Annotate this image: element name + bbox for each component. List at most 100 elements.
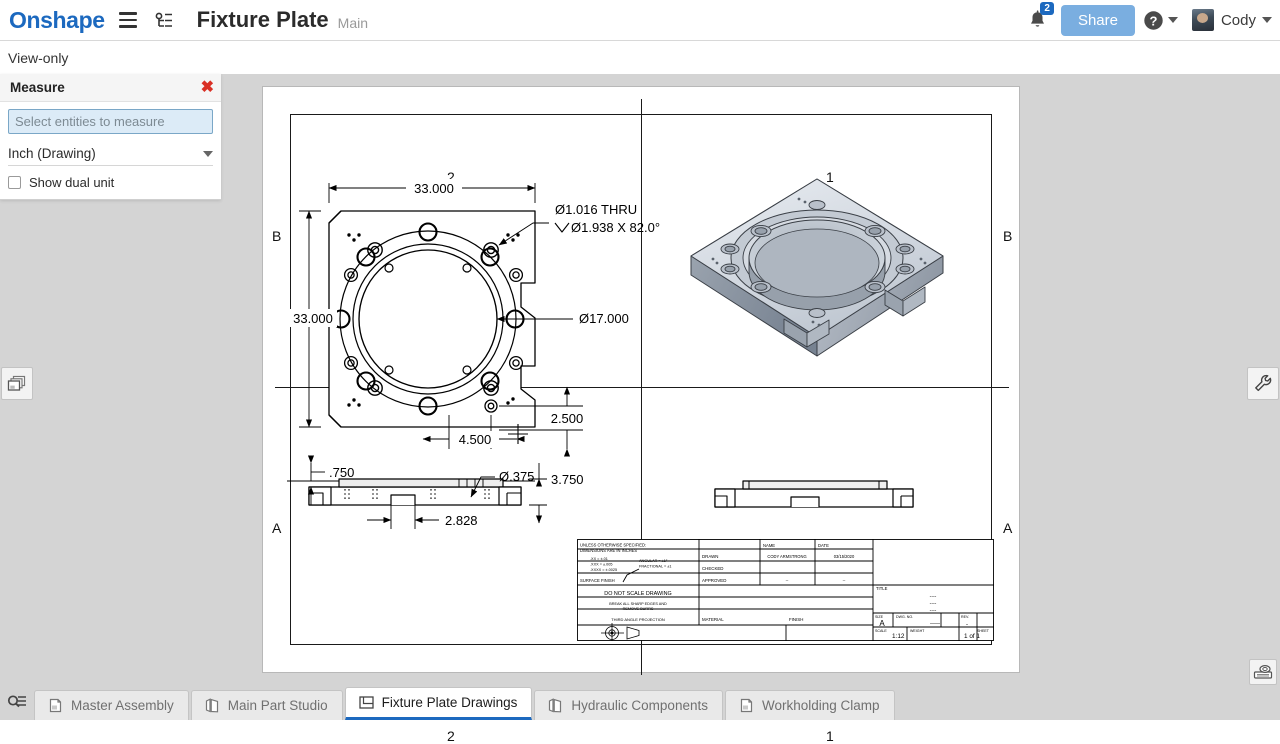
select-entities-input[interactable]: Select entities to measure — [8, 109, 213, 134]
branch-label[interactable]: Main — [338, 9, 368, 31]
dimension-slot-pos: 2.828 — [445, 513, 478, 528]
sheet-value: 1 of 1 — [964, 633, 980, 640]
dimension-width: 33.000 — [414, 181, 454, 196]
drawn-date-value: 03/15/2020 — [834, 554, 855, 559]
unit-select-value: Inch (Drawing) — [8, 146, 96, 161]
scale-label: SCALE — [875, 629, 887, 633]
notification-count-badge: 2 — [1040, 2, 1054, 15]
tab-fixture-plate-drawings[interactable]: Fixture Plate Drawings — [344, 687, 533, 720]
weight-label: WEIGHT — [910, 629, 925, 633]
size-value: A — [879, 619, 885, 628]
dimension-offset-x: 4.500 — [459, 432, 492, 447]
tol-angular: ANGULAR = ±1° — [639, 559, 668, 563]
chevron-down-icon — [1167, 17, 1178, 23]
tab-master-assembly[interactable]: Master Assembly — [34, 690, 189, 720]
workspace: Measure ✖ Select entities to measure Inc… — [0, 74, 1280, 744]
tol-xx: .XX = ±.01 — [590, 557, 608, 561]
break-edges-1: BREAK ALL SHARP EDGES AND — [609, 602, 667, 606]
dimension-offset-y: 2.500 — [551, 411, 584, 426]
front-section-view: .750 Ø.375 3.750 2.828 — [287, 424, 584, 529]
do-not-scale-label: DO NOT SCALE DRAWING — [604, 591, 671, 597]
tab-label: Fixture Plate Drawings — [381, 695, 518, 710]
tol-xxxx: .XXXX = ±.0025 — [590, 568, 617, 572]
dimension-pin-dia: Ø.375 — [499, 469, 534, 484]
bottom-tab-bar: Master Assembly Main Part Studio Fixture… — [0, 685, 1280, 720]
unit-select[interactable]: Inch (Drawing) — [8, 142, 213, 166]
dimension-bore: Ø17.000 — [579, 311, 629, 326]
chevron-down-icon — [203, 150, 213, 157]
feature-tree-icon[interactable] — [151, 7, 177, 33]
partstudio-icon — [547, 697, 564, 714]
dwgno-value: ----- — [930, 621, 940, 627]
title-value-1: ---- — [930, 594, 937, 600]
title-block: UNLESS OTHERWISE SPECIFIED: DIMENSIONS A… — [577, 539, 994, 641]
surface-finish-label: SURFACE FINISH — [580, 578, 615, 583]
front-view-right — [714, 480, 914, 508]
view-only-bar: View-only — [0, 41, 1280, 74]
col-name-label: NAME — [763, 543, 775, 548]
view-only-label: View-only — [8, 49, 69, 66]
break-edges-2: REMOVE BURRS — [623, 607, 654, 611]
help-question-icon: ? — [1144, 10, 1163, 30]
print-plotter-icon[interactable] — [1249, 659, 1277, 685]
zone-label-bottom-1: 1 — [826, 728, 834, 744]
dimension-hole-note-2: Ø1.938 X 82.0° — [571, 220, 660, 235]
title-value-3: ---- — [930, 608, 937, 614]
partstudio-icon — [204, 697, 221, 714]
scale-value: 1:12 — [892, 633, 905, 640]
row-drawn-label: DRAWN — [702, 554, 718, 559]
svg-text:?: ? — [1149, 13, 1157, 28]
onshape-logo[interactable]: Onshape — [9, 7, 105, 34]
rev-label: REV. — [961, 615, 969, 619]
assembly-icon — [738, 697, 755, 714]
tab-workholding-clamp[interactable]: Workholding Clamp — [724, 690, 895, 720]
tab-search-icon[interactable] — [0, 685, 34, 720]
dimension-thickness: .750 — [329, 465, 354, 480]
col-date-label: DATE — [818, 543, 829, 548]
isometric-view — [690, 178, 944, 357]
measure-panel: Measure ✖ Select entities to measure Inc… — [0, 74, 221, 200]
tab-hydraulic-components[interactable]: Hydraulic Components — [534, 690, 723, 720]
tolerance-note-2: DIMENSIONS ARE IN INCHES — [580, 548, 637, 553]
top-view: 33.000 33.000 Ø17.000 Ø1.016 THRU Ø1.938… — [285, 179, 660, 457]
chevron-down-icon[interactable] — [1262, 17, 1272, 23]
row-checked-label: CHECKED — [702, 566, 723, 571]
row-approved-label: APPROVED — [702, 578, 726, 583]
show-dual-unit-row[interactable]: Show dual unit — [8, 175, 213, 190]
help-menu[interactable]: ? — [1143, 10, 1178, 31]
show-dual-unit-label: Show dual unit — [29, 175, 115, 190]
avatar[interactable] — [1191, 9, 1214, 31]
tol-xxx: .XXX = ±.005 — [590, 563, 612, 567]
tab-main-part-studio[interactable]: Main Part Studio — [190, 690, 343, 720]
tab-label: Hydraulic Components — [571, 698, 708, 713]
drawn-name-value: CODY ARMSTRONG — [767, 554, 806, 559]
tolerance-note-1: UNLESS OTHERWISE SPECIFIED: — [580, 543, 646, 548]
drawing-sheet[interactable]: 2 1 2 1 B A B A 33.000 33.000 Ø17.000 Ø1… — [262, 86, 1020, 744]
user-name-label[interactable]: Cody — [1221, 12, 1256, 29]
wrench-tools-icon[interactable] — [1247, 367, 1279, 400]
tab-label: Master Assembly — [71, 698, 174, 713]
measure-panel-header: Measure ✖ — [0, 74, 221, 102]
page-title: Fixture Plate — [196, 7, 329, 32]
share-button[interactable]: Share — [1060, 4, 1135, 36]
projection-label: THIRD ANGLE PROJECTION — [611, 617, 665, 622]
top-bar-right-group: 2 Share ? Cody — [1021, 2, 1280, 36]
notification-bell-icon[interactable]: 2 — [1021, 2, 1055, 35]
close-icon[interactable]: ✖ — [201, 79, 214, 96]
material-label: MATERIAL — [702, 617, 724, 622]
dwgno-label: DWG. NO. — [896, 615, 913, 619]
tab-label: Workholding Clamp — [761, 698, 880, 713]
measure-panel-title: Measure — [10, 80, 65, 95]
top-bar: Onshape Fixture Plate Main 2 Share ? Cod… — [0, 0, 1280, 41]
finish-label: FINISH — [789, 617, 803, 622]
dimension-overall-h: 3.750 — [551, 472, 584, 487]
show-dual-unit-checkbox[interactable] — [8, 176, 21, 189]
hamburger-menu-icon[interactable] — [115, 7, 141, 33]
rev-value: - — [966, 622, 968, 628]
title-value-2: ---- — [930, 601, 937, 607]
tol-fractional: FRACTIONAL = ±1 — [639, 565, 671, 569]
sheets-panel-icon[interactable] — [1, 367, 33, 400]
dimension-hole-note-1: Ø1.016 THRU — [555, 202, 637, 217]
measure-panel-body: Select entities to measure Inch (Drawing… — [0, 102, 221, 199]
dimension-height: 33.000 — [293, 311, 333, 326]
